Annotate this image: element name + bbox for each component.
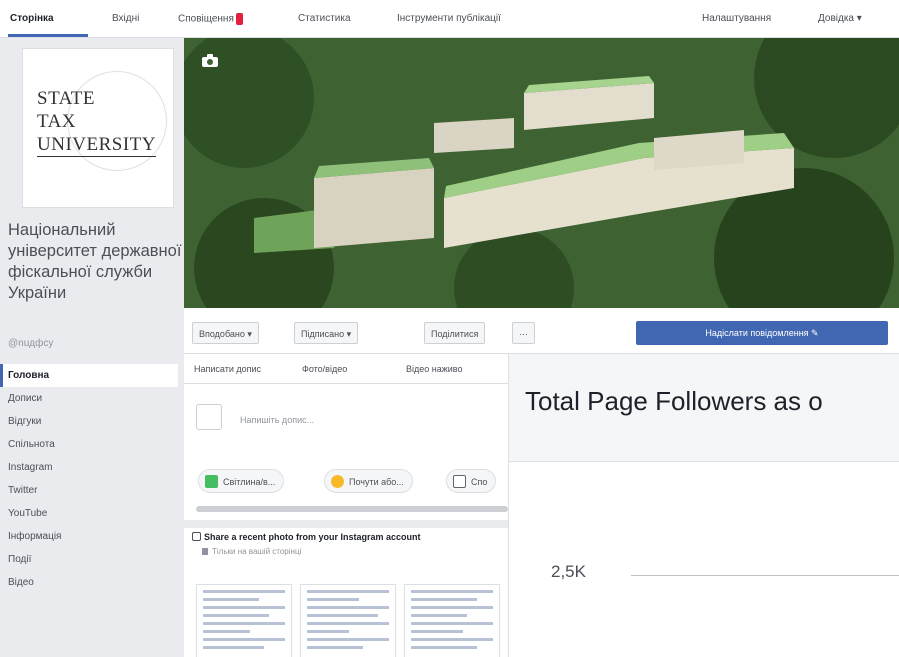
document-icon xyxy=(453,475,466,488)
nav-item-community[interactable]: Спільнота xyxy=(0,433,183,456)
instagram-prompt-subtitle: Тільки на вашій сторінці xyxy=(202,547,301,556)
tab-page[interactable]: Сторінка xyxy=(10,13,54,24)
page-profile-picture[interactable]: STATE TAX UNIVERSITY xyxy=(22,48,174,208)
send-message-button[interactable]: Надіслати повідомлення ✎ xyxy=(636,321,888,345)
active-tab-indicator xyxy=(8,34,88,37)
post-composer: Написати допис Фото/відео Відео наживо Н… xyxy=(184,354,508,657)
emoji-icon xyxy=(331,475,344,488)
tab-inbox[interactable]: Вхідні xyxy=(112,13,139,24)
page-tab-bar: Сторінка Вхідні Сповіщення Статистика Ін… xyxy=(0,0,899,38)
lock-icon xyxy=(202,548,208,555)
chip-label: Почути або... xyxy=(349,477,404,487)
composer-tabs: Написати допис Фото/відео Відео наживо xyxy=(184,354,508,384)
chip-label: Спо xyxy=(471,477,488,487)
cover-campus-illustration xyxy=(184,38,899,308)
chip-feeling[interactable]: Почути або... xyxy=(324,469,413,493)
instagram-title-text: Share a recent photo from your Instagram… xyxy=(204,532,421,542)
composer-input[interactable]: Напишіть допис... xyxy=(240,415,314,425)
composer-tab-write[interactable]: Написати допис xyxy=(194,364,261,374)
camera-icon[interactable] xyxy=(202,54,218,67)
nav-item-videos[interactable]: Відео xyxy=(0,571,183,594)
nav-item-home[interactable]: Головна xyxy=(0,364,178,387)
more-options-button[interactable]: ··· xyxy=(512,322,535,344)
composer-tab-live[interactable]: Відео наживо xyxy=(406,364,462,374)
horizontal-scrollbar[interactable] xyxy=(196,506,508,512)
overlay-title: Total Page Followers as o xyxy=(525,386,823,416)
instagram-thumbnail[interactable] xyxy=(404,584,500,657)
chip-photo-video[interactable]: Світлина/в... xyxy=(198,469,285,493)
nav-item-instagram[interactable]: Instagram xyxy=(0,456,183,479)
page-title[interactable]: Національний університет державної фіска… xyxy=(8,220,183,304)
notification-badge xyxy=(235,13,243,25)
overlay-header: Total Page Followers as o xyxy=(509,354,899,462)
photo-icon xyxy=(205,475,218,488)
nav-item-events[interactable]: Події xyxy=(0,548,183,571)
liked-button[interactable]: Вподобано ▾ xyxy=(192,322,259,344)
instagram-thumbnail[interactable] xyxy=(300,584,396,657)
nav-item-reviews[interactable]: Відгуки xyxy=(0,410,183,433)
instagram-subtitle-text: Тільки на вашій сторінці xyxy=(212,547,302,556)
instagram-icon xyxy=(192,532,201,541)
logo-wordmark: STATE TAX UNIVERSITY xyxy=(37,87,156,157)
settings-link[interactable]: Налаштування xyxy=(702,13,771,24)
nav-item-twitter[interactable]: Twitter xyxy=(0,479,183,502)
chart-gridline xyxy=(631,575,899,576)
chip-more[interactable]: Спо xyxy=(446,469,497,493)
help-menu[interactable]: Довідка ▾ xyxy=(818,13,862,24)
section-divider xyxy=(184,520,508,528)
page-action-bar: Вподобано ▾ Підписано ▾ Поділитися ··· Н… xyxy=(184,308,899,354)
logo-line: TAX xyxy=(37,111,77,132)
share-button[interactable]: Поділитися xyxy=(424,322,486,344)
composer-tab-photo[interactable]: Фото/відео xyxy=(302,364,347,374)
insights-overlay-panel: Total Page Followers as o 2,5K xyxy=(508,354,899,657)
tab-insights[interactable]: Статистика xyxy=(298,13,351,24)
instagram-thumbnail[interactable] xyxy=(196,584,292,657)
composer-avatar xyxy=(196,404,222,430)
chip-label: Світлина/в... xyxy=(223,477,276,487)
cover-photo[interactable] xyxy=(184,38,899,308)
following-button[interactable]: Підписано ▾ xyxy=(294,322,359,344)
page-username[interactable]: @nuдфсу xyxy=(8,338,53,349)
instagram-prompt-title: Share a recent photo from your Instagram… xyxy=(192,532,421,542)
tab-notifications[interactable]: Сповіщення xyxy=(178,13,243,25)
page-nav: Головна Дописи Відгуки Спільнота Instagr… xyxy=(0,364,183,594)
y-axis-tick-label: 2,5K xyxy=(551,562,586,581)
tab-publishing-tools[interactable]: Інструменти публікації xyxy=(397,13,501,24)
logo-line: UNIVERSITY xyxy=(37,134,156,157)
tab-notifications-label: Сповіщення xyxy=(178,13,234,25)
nav-item-posts[interactable]: Дописи xyxy=(0,387,183,410)
logo-line: STATE xyxy=(37,88,95,109)
nav-item-youtube[interactable]: YouTube xyxy=(0,502,183,525)
nav-item-about[interactable]: Інформація xyxy=(0,525,183,548)
left-sidebar: STATE TAX UNIVERSITY Національний універ… xyxy=(0,38,183,657)
